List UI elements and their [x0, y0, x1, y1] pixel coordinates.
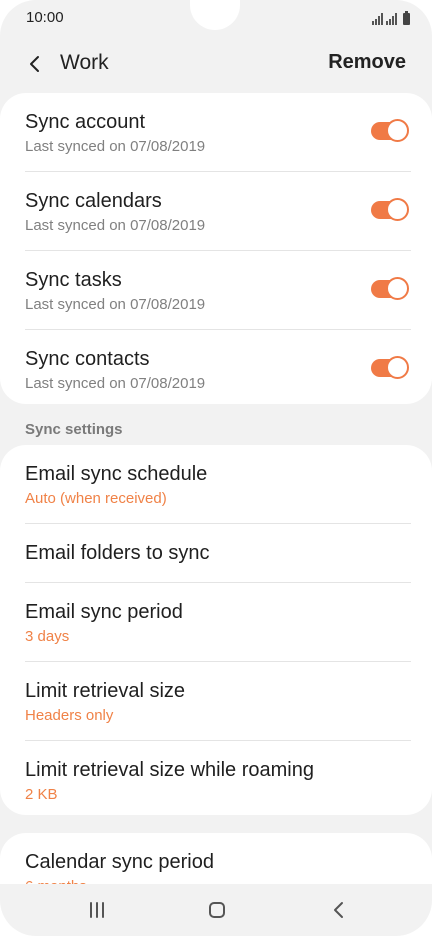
section-header-sync-settings: Sync settings	[25, 421, 123, 438]
list-item-limit-retrieval-roaming[interactable]: Limit retrieval size while roaming 2 KB	[25, 741, 411, 819]
row-title: Sync contacts	[25, 348, 150, 370]
home-icon	[209, 902, 225, 918]
camera-notch	[190, 0, 240, 30]
sync-calendars-toggle[interactable]	[371, 198, 409, 221]
recent-apps-icon	[90, 902, 104, 918]
status-icons	[372, 9, 410, 25]
row-value: 2 KB	[25, 786, 58, 803]
list-item-limit-retrieval-size[interactable]: Limit retrieval size Headers only	[25, 662, 411, 741]
sync-account-toggle[interactable]	[371, 119, 409, 142]
chevron-left-icon	[30, 56, 39, 72]
row-title: Email sync schedule	[25, 463, 208, 485]
sync-contacts-toggle[interactable]	[371, 356, 409, 379]
back-button[interactable]	[22, 50, 50, 78]
phone-screen: 10:00 Work Remove Sync account Last sync…	[0, 0, 432, 936]
status-time: 10:00	[26, 9, 64, 26]
battery-icon	[403, 11, 410, 25]
row-title: Email folders to sync	[25, 542, 210, 564]
row-subtitle: Last synced on 07/08/2019	[25, 375, 206, 392]
home-button[interactable]	[202, 898, 232, 922]
status-bar: 10:00	[0, 0, 432, 34]
list-item-sync-contacts[interactable]: Sync contacts Last synced on 07/08/2019	[25, 330, 411, 407]
list-item-email-sync-period[interactable]: Email sync period 3 days	[25, 583, 411, 662]
list-item-email-sync-schedule[interactable]: Email sync schedule Auto (when received)	[25, 445, 411, 524]
list-item-sync-calendars[interactable]: Sync calendars Last synced on 07/08/2019	[25, 172, 411, 251]
signal-icon	[372, 13, 383, 25]
list-item-sync-account[interactable]: Sync account Last synced on 07/08/2019	[25, 93, 411, 172]
row-title: Email sync period	[25, 601, 183, 623]
row-subtitle: Last synced on 07/08/2019	[25, 217, 206, 234]
row-value: Headers only	[25, 707, 114, 724]
row-title: Limit retrieval size while roaming	[25, 759, 314, 781]
remove-button[interactable]: Remove	[328, 51, 406, 74]
row-subtitle: Last synced on 07/08/2019	[25, 296, 206, 313]
sync-settings-card: Email sync schedule Auto (when received)…	[0, 445, 432, 815]
recent-apps-button[interactable]	[82, 898, 112, 922]
nav-back-button[interactable]	[324, 898, 354, 922]
row-subtitle: Last synced on 07/08/2019	[25, 138, 206, 155]
app-bar: Work Remove	[0, 44, 432, 84]
row-title: Limit retrieval size	[25, 680, 186, 702]
back-icon	[334, 902, 343, 918]
list-item-email-folders[interactable]: Email folders to sync	[25, 524, 411, 583]
page-title: Work	[60, 51, 109, 74]
row-title: Sync account	[25, 111, 146, 133]
sync-accounts-card: Sync account Last synced on 07/08/2019 S…	[0, 93, 432, 404]
row-title: Sync calendars	[25, 190, 162, 212]
row-value: 3 days	[25, 628, 70, 645]
sync-tasks-toggle[interactable]	[371, 277, 409, 300]
navigation-bar	[0, 884, 432, 936]
list-item-sync-tasks[interactable]: Sync tasks Last synced on 07/08/2019	[25, 251, 411, 330]
row-value: Auto (when received)	[25, 490, 167, 507]
row-title: Calendar sync period	[25, 851, 214, 873]
signal-icon-2	[386, 13, 397, 25]
row-title: Sync tasks	[25, 269, 122, 291]
